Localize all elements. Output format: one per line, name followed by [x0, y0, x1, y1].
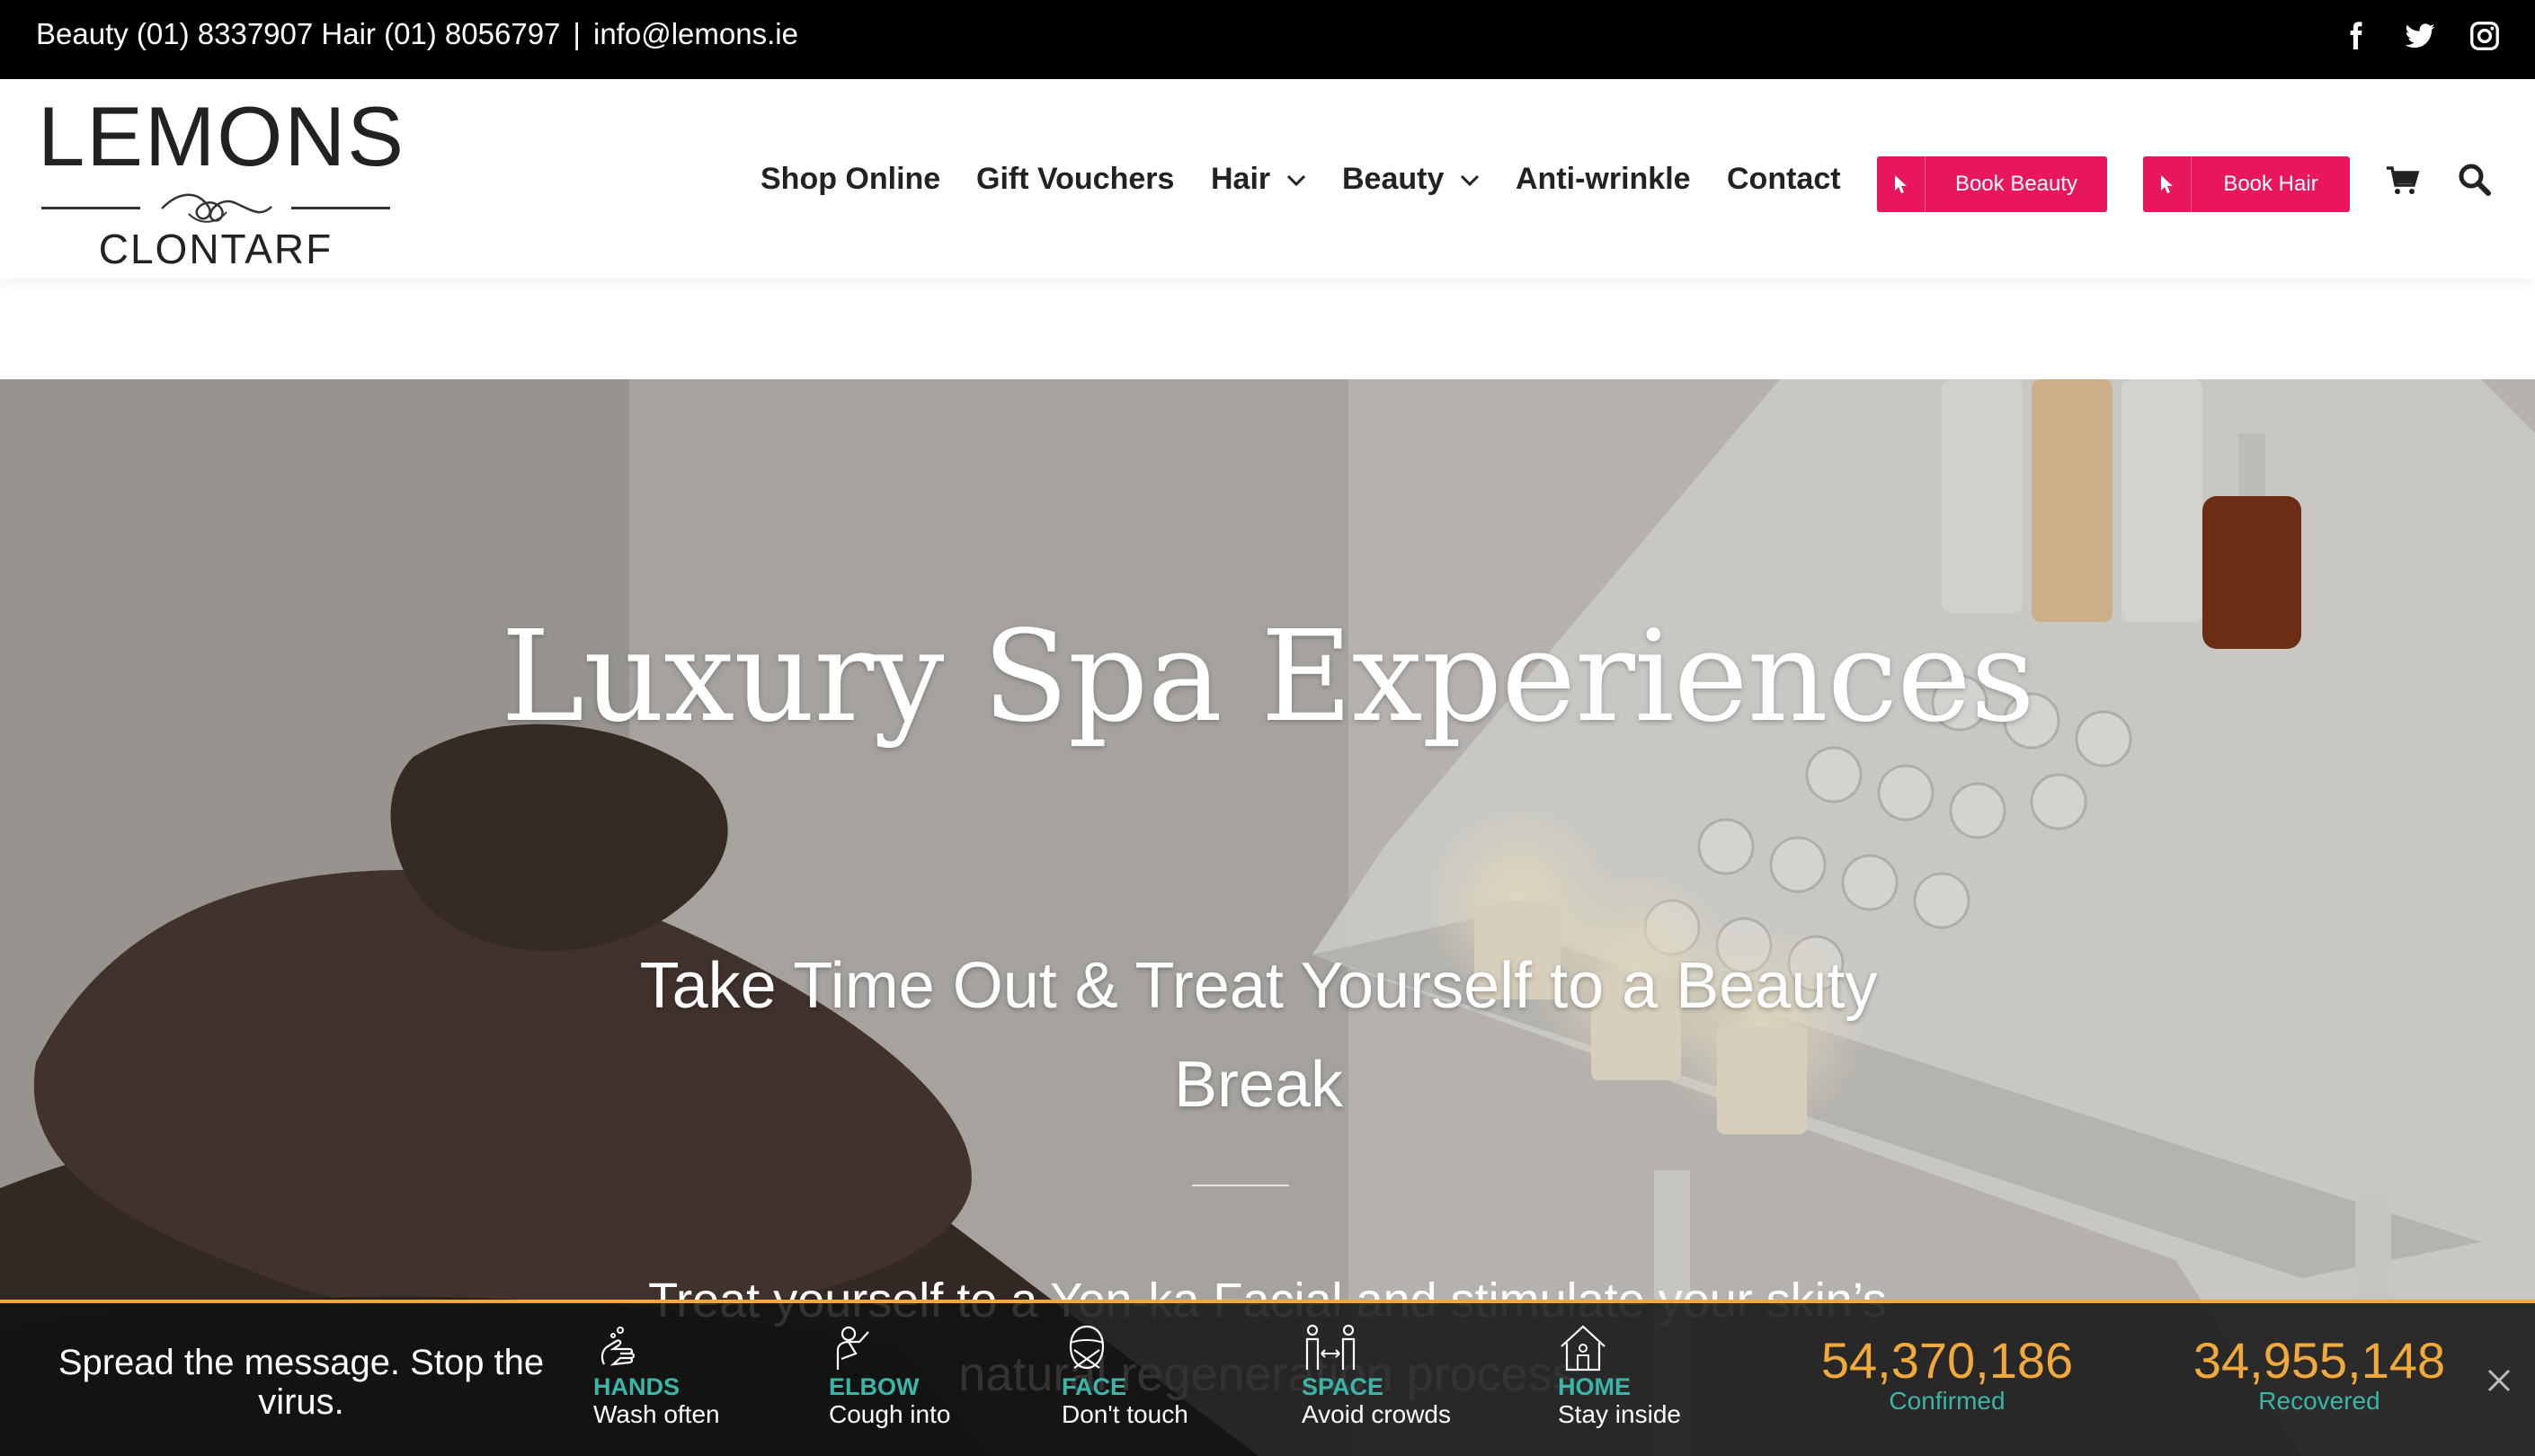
hands-icon: [600, 1327, 636, 1366]
stat-confirmed-label: Confirmed: [1889, 1387, 2006, 1415]
nav-shop-online[interactable]: Shop Online: [760, 79, 940, 279]
elbow-icon: [836, 1326, 869, 1370]
tip-hands-desc: Wash often: [593, 1400, 720, 1428]
covid-message: Spread the message. Stop the virus.: [58, 1343, 545, 1422]
hero-subtitle: Take Time Out & Treat Yourself to a Beau…: [639, 950, 1878, 1121]
close-icon[interactable]: [2486, 1368, 2512, 1393]
email-link[interactable]: info@lemons.ie: [593, 17, 798, 50]
nav-hair[interactable]: Hair: [1211, 79, 1306, 279]
space-icon: [1305, 1324, 1356, 1370]
book-beauty-button[interactable]: Book Beauty: [1877, 156, 2107, 212]
chevron-down-icon: [1460, 174, 1480, 187]
nav-hair-label: Hair: [1211, 162, 1271, 196]
chevron-down-icon: [1286, 174, 1306, 187]
facebook-icon[interactable]: [2339, 20, 2371, 52]
nav-beauty[interactable]: Beauty: [1342, 79, 1480, 279]
stat-confirmed-value: 54,370,186: [1820, 1332, 2074, 1389]
tip-hands: HANDS Wash often: [593, 1323, 720, 1429]
book-hair-button[interactable]: Book Hair: [2143, 156, 2350, 212]
logo-rule-right: [291, 207, 390, 209]
tip-face: FACE Don't touch: [1062, 1323, 1188, 1429]
nav-anti-wrinkle[interactable]: Anti-wrinkle: [1516, 79, 1691, 279]
search-icon[interactable]: [2457, 162, 2493, 198]
home-icon: [1561, 1325, 1606, 1372]
top-bar: Beauty (01) 8337907 Hair (01) 8056797 | in…: [0, 0, 2535, 79]
tip-elbow-desc: Cough into: [829, 1400, 951, 1428]
twitter-icon[interactable]: [2404, 20, 2436, 52]
stat-recovered-label: Recovered: [2258, 1387, 2380, 1415]
nav-contact[interactable]: Contact: [1727, 79, 1841, 279]
tip-elbow: ELBOW Cough into: [829, 1323, 950, 1429]
nav-gift-vouchers[interactable]: Gift Vouchers: [976, 79, 1174, 279]
tip-home-desc: Stay inside: [1558, 1400, 1681, 1428]
tip-face-title: FACE: [1062, 1373, 1127, 1400]
stat-confirmed: 54,370,186 Confirmed: [1812, 1334, 2082, 1415]
logo-flourish-icon: [161, 193, 272, 223]
tip-hands-title: HANDS: [593, 1373, 680, 1400]
tip-space-title: SPACE: [1302, 1373, 1384, 1400]
pointer-icon: [1877, 156, 1926, 212]
logo-town: CLONTARF: [98, 226, 334, 272]
tip-elbow-title: ELBOW: [829, 1373, 920, 1400]
tip-home: HOME Stay inside: [1558, 1323, 1681, 1429]
tip-home-title: HOME: [1558, 1373, 1631, 1400]
cart-icon[interactable]: [2384, 162, 2420, 198]
nav-beauty-label: Beauty: [1342, 162, 1445, 196]
covid-banner: Spread the message. Stop the virus. HAND…: [0, 1300, 2535, 1456]
book-beauty-label: Book Beauty: [1954, 172, 2078, 196]
pointer-icon: [2143, 156, 2192, 212]
hero-title: Luxury Spa Experiences: [501, 604, 2035, 750]
logo-brand: LEMONS: [38, 89, 405, 183]
social-links: [2339, 20, 2501, 52]
site-logo[interactable]: LEMONS CLONTARF: [38, 89, 405, 272]
contact-info: Beauty (01) 8337907 Hair (01) 8056797 | in…: [36, 0, 798, 68]
phone-numbers: Beauty (01) 8337907 Hair (01) 8056797: [36, 17, 561, 50]
site-header: LEMONS CLONTARF Shop Online Gift Voucher…: [0, 79, 2535, 279]
stat-recovered-value: 34,955,148: [2193, 1332, 2446, 1389]
hero-section: Luxury Spa Experiences Take Time Out & T…: [0, 379, 2535, 1456]
tip-space-desc: Avoid crowds: [1302, 1400, 1452, 1428]
logo-rule-left: [41, 207, 140, 209]
face-icon: [1069, 1325, 1105, 1370]
hero-divider: [1192, 1185, 1289, 1186]
contact-separator: |: [573, 17, 581, 50]
tip-face-desc: Don't touch: [1062, 1400, 1188, 1428]
instagram-icon[interactable]: [2468, 20, 2501, 52]
tip-space: SPACE Avoid crowds: [1302, 1323, 1451, 1429]
stat-recovered: 34,955,148 Recovered: [2184, 1334, 2454, 1415]
book-hair-label: Book Hair: [2223, 172, 2318, 196]
